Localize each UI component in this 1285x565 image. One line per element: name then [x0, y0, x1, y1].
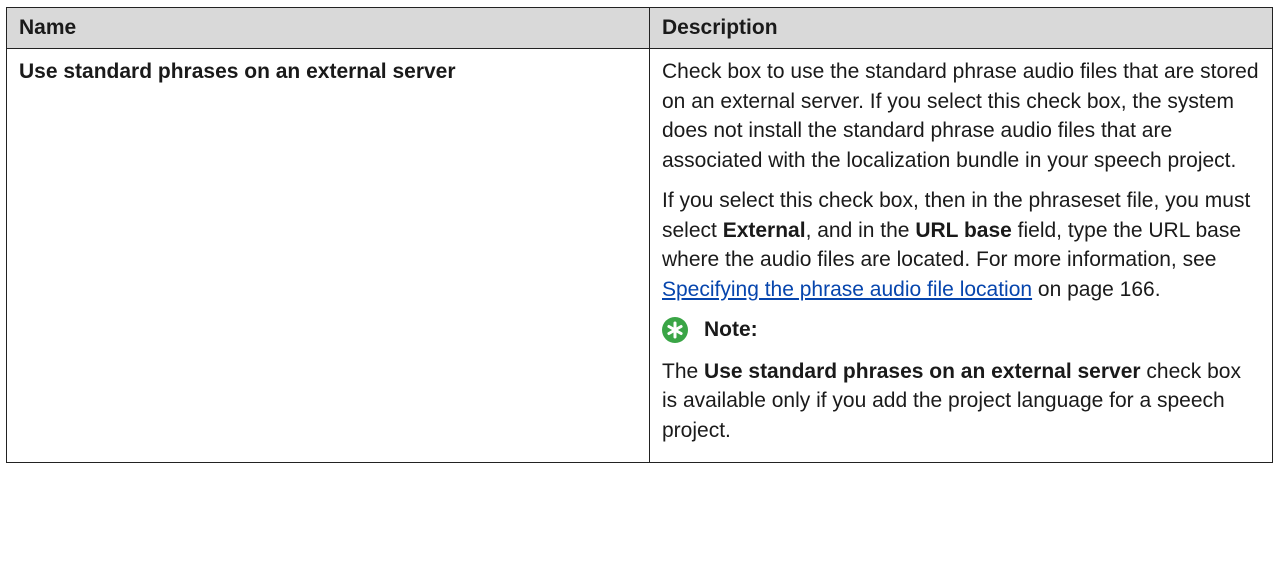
table-row: Use standard phrases on an external serv…: [6, 48, 1273, 463]
cell-field-name: Use standard phrases on an external serv…: [6, 48, 650, 463]
table-header-row: Name Description: [6, 7, 1273, 49]
cell-description: Check box to use the standard phrase aud…: [649, 48, 1273, 463]
parameter-table: Name Description Use standard phrases on…: [6, 7, 1273, 463]
header-name: Name: [6, 7, 650, 49]
para2-text-2: , and in the: [805, 218, 916, 242]
url-base-term: URL base: [915, 218, 1012, 242]
para2-text-4: on page 166.: [1032, 277, 1161, 301]
note-heading: Note:: [662, 315, 1260, 345]
note-bold-term: Use standard phrases on an external serv…: [704, 359, 1141, 383]
external-term: External: [722, 218, 806, 242]
note-label: Note:: [704, 318, 758, 341]
note-text-1: The: [662, 359, 705, 383]
description-paragraph-2: If you select this check box, then in th…: [662, 186, 1260, 304]
description-paragraph-1: Check box to use the standard phrase aud…: [662, 60, 1259, 172]
note-star-icon: [662, 316, 688, 343]
phrase-location-link[interactable]: Specifying the phrase audio file locatio…: [662, 278, 1032, 301]
header-description: Description: [649, 7, 1273, 49]
note-body: The Use standard phrases on an external …: [662, 357, 1260, 446]
